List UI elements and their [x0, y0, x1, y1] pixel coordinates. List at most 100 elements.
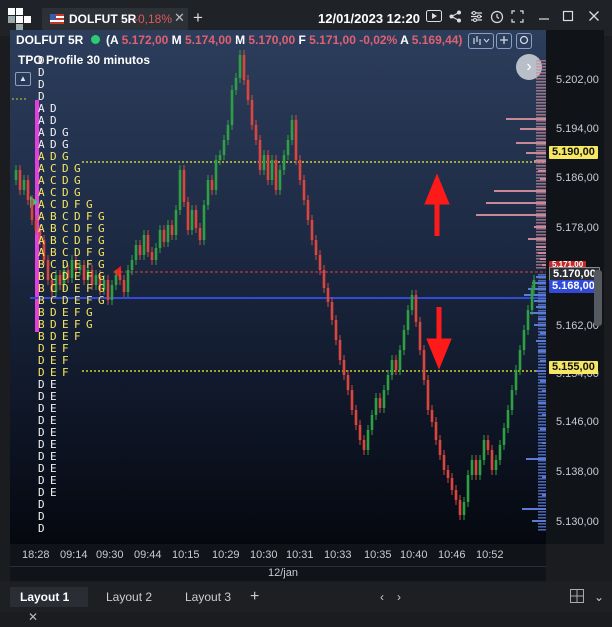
candle-body: [354, 410, 358, 425]
volume-profile-bar: [536, 234, 546, 236]
candle-body: [146, 235, 150, 252]
vertical-scroll-handle[interactable]: [594, 270, 602, 326]
candle-body: [514, 370, 518, 390]
tab-title: DOLFUT 5R: [69, 12, 137, 26]
volume-profile-bar: [538, 499, 546, 501]
volume-profile-bar: [536, 108, 546, 110]
settings-icon[interactable]: [470, 10, 483, 26]
layout-grid-icon[interactable]: [570, 586, 584, 606]
candle-body: [438, 440, 442, 455]
volume-profile-bar: [538, 334, 546, 336]
minimize-icon[interactable]: [538, 10, 550, 25]
app-logo-icon[interactable]: [8, 8, 32, 31]
volume-profile-bar: [536, 156, 546, 158]
volume-profile-bar: [538, 421, 546, 423]
volume-profile-bar: [538, 511, 546, 513]
tab-dolfut[interactable]: DOLFUT 5R -0,18% ✕: [42, 8, 188, 30]
candle-body: [206, 180, 210, 205]
candle-body: [178, 170, 182, 210]
tab-close-icon[interactable]: ✕: [174, 10, 185, 26]
time-tick-label: 10:15: [172, 549, 200, 561]
volume-profile-bar: [538, 403, 546, 405]
volume-profile-bar: [536, 261, 546, 263]
volume-profile-bar: [538, 439, 546, 441]
candle-body: [194, 210, 198, 228]
price-tag-lower: 5.155,00: [549, 361, 598, 374]
candle-body: [418, 322, 422, 350]
volume-profile-bar: [538, 385, 546, 387]
volume-profile-bar: [538, 502, 546, 504]
candle-body: [506, 410, 510, 428]
add-layout-button[interactable]: +: [250, 587, 259, 607]
candle-body: [486, 440, 490, 450]
candle-body: [290, 120, 294, 140]
volume-profile-bar: [538, 412, 546, 414]
volume-profile-bar: [538, 328, 546, 330]
price-tag-blue: 5.168,00: [549, 280, 598, 293]
play-icon[interactable]: [426, 10, 442, 25]
volume-profile-bar: [538, 451, 546, 453]
volume-profile-bar: [538, 496, 546, 498]
volume-profile-bar: [536, 252, 546, 254]
volume-profile-bar: [538, 361, 546, 363]
fit-icon[interactable]: [511, 10, 524, 26]
volume-profile-bar: [536, 87, 546, 89]
volume-profile-bar: [538, 397, 546, 399]
volume-profile-bar: [536, 207, 546, 209]
maximize-icon[interactable]: [562, 10, 574, 25]
volume-profile-bar: [538, 427, 546, 429]
candle-body: [398, 350, 402, 370]
tab-layout-1[interactable]: Layout 1 ✕: [10, 587, 88, 624]
chart-area[interactable]: DOLFUT 5R (A 5.172,00 M 5.174,00 M 5.170…: [10, 30, 546, 544]
price-tick-label: 5.146,00: [556, 416, 599, 428]
time-tick-label: 09:14: [60, 549, 88, 561]
volume-profile-bar: [536, 237, 546, 239]
candle-body: [466, 475, 470, 502]
volume-profile-bar: [538, 493, 546, 495]
tab-change: -0,18%: [134, 12, 173, 26]
tpo-row: D: [38, 523, 50, 535]
volume-profile-bar: [536, 198, 546, 200]
candle-body: [414, 295, 418, 322]
candle-body: [170, 225, 174, 235]
close-icon[interactable]: [588, 10, 600, 25]
volume-profile-bar: [536, 129, 546, 131]
volume-profile-bar: [536, 201, 546, 203]
volume-profile-bar: [538, 373, 546, 375]
candle-body: [334, 320, 338, 340]
candle-body: [442, 455, 446, 470]
time-axis[interactable]: 18:28 09:14 09:30 09:44 10:15 10:29 10:30 10:31…: [10, 544, 546, 566]
candle-body: [430, 410, 434, 422]
time-tick-label: 10:35: [364, 549, 392, 561]
share-icon[interactable]: [449, 10, 462, 26]
history-icon[interactable]: [490, 10, 504, 27]
volume-profile-bar: [538, 292, 546, 294]
time-tick-label: 10:52: [476, 549, 504, 561]
volume-profile-bar: [538, 295, 546, 297]
tab-layout-2[interactable]: Layout 2: [106, 587, 152, 607]
layout-close-icon[interactable]: ✕: [28, 610, 38, 624]
volume-profile-bar: [536, 99, 546, 101]
candle-body: [230, 90, 234, 125]
scroll-left-icon[interactable]: ‹: [380, 587, 384, 607]
candle-body: [434, 422, 438, 440]
time-tick-label: 18:28: [22, 549, 50, 561]
volume-profile-bar: [536, 69, 546, 71]
add-tab-button[interactable]: +: [193, 8, 203, 28]
scroll-right-icon[interactable]: ›: [397, 587, 401, 607]
volume-profile-bar: [538, 406, 546, 408]
candle-body: [342, 360, 346, 375]
candle-body: [390, 360, 394, 375]
candle-body: [502, 428, 506, 445]
volume-profile-bar: [538, 325, 546, 327]
volume-profile-bar: [536, 171, 546, 173]
candle-body: [522, 330, 526, 350]
candle-body: [298, 160, 302, 180]
tab-layout-3[interactable]: Layout 3: [185, 587, 231, 607]
candle-body: [402, 330, 406, 350]
chevron-down-icon[interactable]: ⌄: [594, 587, 604, 607]
volume-profile-bar: [538, 400, 546, 402]
volume-profile-bar: [538, 358, 546, 360]
volume-profile-bar: [538, 472, 546, 474]
layout-1-label: Layout 1: [20, 590, 70, 604]
